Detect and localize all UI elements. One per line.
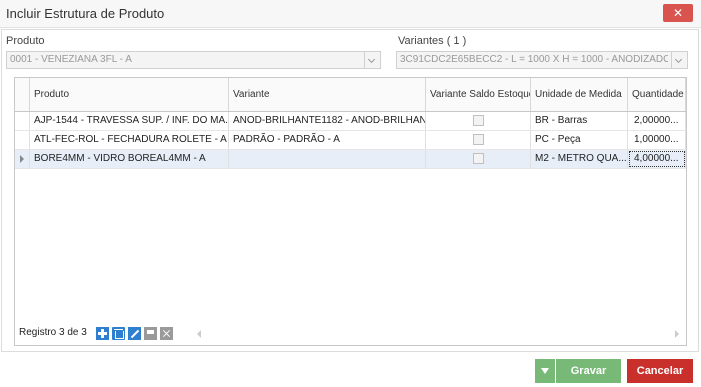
- cell-quantidade[interactable]: 2,00000...: [628, 112, 686, 130]
- header-produto[interactable]: Produto: [30, 78, 229, 111]
- chevron-down-icon[interactable]: [671, 52, 687, 68]
- scroll-left-icon[interactable]: [197, 330, 201, 338]
- form-panel: Produto 0001 - VENEZIANA 3FL - A Variant…: [1, 29, 699, 352]
- table-row[interactable]: ATL-FEC-ROL - FECHADURA ROLETE - A PADRÃ…: [15, 131, 686, 150]
- cell-saldo: [426, 112, 531, 130]
- cell-unidade[interactable]: PC - Peça: [531, 131, 628, 149]
- cell-quantidade[interactable]: 1,00000...: [628, 131, 686, 149]
- cancelar-button[interactable]: Cancelar: [627, 359, 693, 383]
- title-bar: Incluir Estrutura de Produto ✕: [0, 0, 701, 28]
- variantes-value: 3C91CDC2E65BECC2 - L = 1000 X H = 1000 -…: [400, 54, 668, 65]
- header-saldo[interactable]: Variante Saldo Estoque: [426, 78, 531, 111]
- cell-variante[interactable]: PADRÃO - PADRÃO - A: [229, 131, 426, 149]
- cell-produto[interactable]: ATL-FEC-ROL - FECHADURA ROLETE - A: [30, 131, 229, 149]
- cell-produto[interactable]: AJP-1544 - TRAVESSA SUP. / INF. DO MA...: [30, 112, 229, 130]
- gravar-button[interactable]: Gravar: [556, 359, 621, 383]
- save-icon[interactable]: [144, 327, 157, 340]
- table-row[interactable]: AJP-1544 - TRAVESSA SUP. / INF. DO MA...…: [15, 112, 686, 131]
- add-icon[interactable]: [96, 327, 109, 340]
- chevron-down-icon[interactable]: [364, 52, 380, 68]
- produto-combo[interactable]: 0001 - VENEZIANA 3FL - A: [6, 51, 381, 69]
- scroll-right-icon[interactable]: [675, 330, 679, 338]
- produto-value: 0001 - VENEZIANA 3FL - A: [10, 54, 132, 65]
- close-button[interactable]: ✕: [663, 4, 693, 22]
- products-grid: Produto Variante Variante Saldo Estoque …: [14, 77, 687, 346]
- saldo-checkbox[interactable]: [473, 153, 484, 164]
- header-unidade[interactable]: Unidade de Medida: [531, 78, 628, 111]
- record-counter: Registro 3 de 3: [19, 327, 87, 338]
- edit-icon[interactable]: [128, 327, 141, 340]
- saldo-checkbox[interactable]: [473, 115, 484, 126]
- header-variante[interactable]: Variante: [229, 78, 426, 111]
- variantes-combo[interactable]: 3C91CDC2E65BECC2 - L = 1000 X H = 1000 -…: [396, 51, 688, 69]
- cell-quantidade[interactable]: 4,00000...: [628, 150, 686, 168]
- cell-unidade[interactable]: BR - Barras: [531, 112, 628, 130]
- cell-variante[interactable]: [229, 150, 426, 168]
- grid-header: Produto Variante Variante Saldo Estoque …: [15, 78, 686, 112]
- cell-saldo: [426, 150, 531, 168]
- row-indicator: [15, 150, 30, 168]
- dialog-footer: Gravar Cancelar: [0, 352, 701, 387]
- row-indicator: [15, 112, 30, 130]
- gravar-options-button[interactable]: [535, 359, 555, 383]
- horizontal-scrollbar[interactable]: [195, 327, 681, 340]
- header-quantidade[interactable]: Quantidade: [628, 78, 686, 111]
- close-icon: ✕: [672, 6, 684, 20]
- table-row-selected[interactable]: BORE4MM - VIDRO BOREAL4MM - A M2 - METRO…: [15, 150, 686, 169]
- cell-produto[interactable]: BORE4MM - VIDRO BOREAL4MM - A: [30, 150, 229, 168]
- window-title: Incluir Estrutura de Produto: [6, 6, 165, 21]
- cancel-icon[interactable]: [160, 327, 173, 340]
- saldo-checkbox[interactable]: [473, 134, 484, 145]
- grid-navigator: Registro 3 de 3: [15, 323, 686, 345]
- cell-saldo: [426, 131, 531, 149]
- variantes-label: Variantes ( 1 ): [398, 35, 467, 47]
- current-row-arrow-icon: [20, 155, 24, 163]
- row-indicator: [15, 131, 30, 149]
- cell-variante[interactable]: ANOD-BRILHANTE1182 - ANOD-BRILHANT...: [229, 112, 426, 130]
- produto-label: Produto: [6, 35, 45, 47]
- trash-icon[interactable]: [112, 327, 125, 340]
- cell-unidade[interactable]: M2 - METRO QUA...: [531, 150, 628, 168]
- header-indicator: [15, 78, 30, 111]
